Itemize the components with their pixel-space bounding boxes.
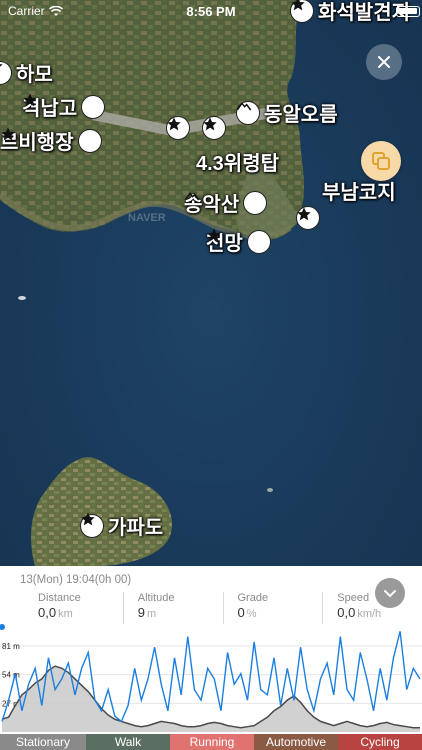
map-label-hamo[interactable]: 하모 [0,58,53,87]
stat-label: Grade [237,592,269,604]
battery-icon [396,6,420,17]
stat-unit: km/h [357,608,382,620]
altitude-speed-chart[interactable]: 81 m54 m27 m [0,624,422,734]
legend-item-automotive: Automotive [254,734,338,750]
stat-speed: Speed 0,0 km/h [322,592,422,624]
star-icon [1,127,102,153]
stat-value: 0,0 [38,605,57,620]
mountain-icon [236,100,260,125]
stat-distance: Distance 0,0 km [0,592,123,624]
star-icon [202,116,226,140]
stat-value: 9 [137,605,145,620]
layers-icon [372,152,390,170]
star-icon [207,228,271,254]
map-label-airfield[interactable]: 르비행장 [0,126,102,155]
map-label-hangar[interactable]: 격납고 [22,92,106,121]
y-tick-label: 81 m [2,642,20,651]
legend-item-cycling: Cycling [338,734,422,750]
stats-row: Distance 0,0 km Altitude 9m Grade 0% Spee… [0,592,422,624]
satellite-map[interactable]: 화석발견지 하모 격납고 르비행장 동알오름 4.3위령탑 송악산 전망 부남코… [0,0,422,566]
star-icon [0,60,12,85]
map-watermark: NAVER [128,212,166,224]
status-bar: Carrier 8:56 PM [0,0,422,22]
session-datetime: 13(Mon) 19:04(0h 00) [20,574,132,586]
status-time: 8:56 PM [186,4,236,19]
map-label-viewpoint[interactable]: 전망 [206,227,271,256]
stats-panel: 13(Mon) 19:04(0h 00) Distance 0,0 km Alti… [0,566,422,750]
map-star-marker-a[interactable] [166,116,190,140]
map-label-dongal-oreum[interactable]: 동알오름 [236,98,338,127]
map-label-text: 동알오름 [264,104,338,126]
legend-item-running: Running [170,734,254,750]
legend-item-walk: Walk [86,734,170,750]
stat-unit: km [58,608,73,620]
map-layers-button[interactable] [361,141,401,181]
map-label-gapado[interactable]: 가파도 [80,511,163,540]
y-tick-label: 54 m [2,671,20,680]
chevron-down-icon [384,589,396,597]
legend-item-stationary: Stationary [0,734,86,750]
stat-grade: Grade 0% [222,592,323,624]
map-label-memorial[interactable]: 4.3위령탑 [196,147,279,176]
stat-label: Altitude [137,592,175,604]
mountain-icon [184,190,268,215]
cursor-dot [0,624,5,630]
star-icon [80,512,104,538]
stat-unit: % [246,608,257,620]
map-label-songaksan[interactable]: 송악산 [184,188,268,217]
star-icon [23,93,106,119]
stat-altitude: Altitude 9m [122,592,223,624]
stat-value: 0 [237,605,245,620]
map-terrain [0,0,304,566]
map-star-marker-b[interactable] [202,116,226,140]
stat-label: Distance [38,592,81,604]
map-label-text: 가파도 [108,517,164,539]
map-star-marker-c[interactable] [296,206,320,230]
star-icon [166,116,190,140]
map-label-text: 4.3위령탑 [196,153,280,175]
close-button[interactable] [366,44,402,80]
activity-legend: Stationary Walk Running Automotive Cycling [0,734,422,750]
stat-unit: m [146,608,157,620]
collapse-button[interactable] [375,578,405,608]
star-icon [296,206,320,230]
map-label-text: 하모 [16,64,53,86]
stat-value: 0,0 [337,605,356,620]
close-icon [378,56,390,68]
